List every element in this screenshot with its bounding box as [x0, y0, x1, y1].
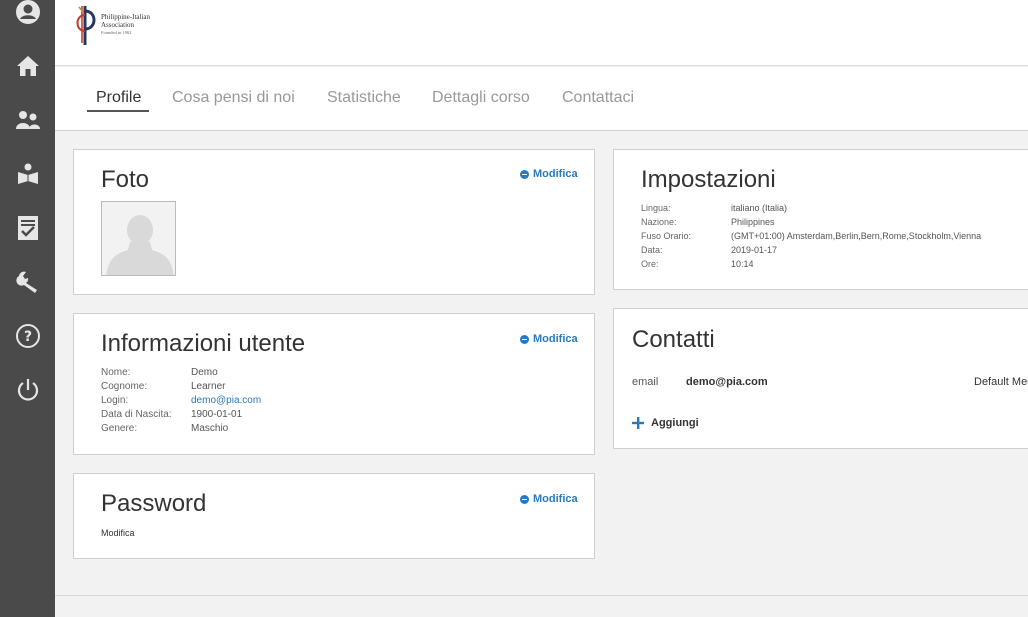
settings-value: 10:14: [731, 259, 754, 269]
user-info-value: Demo: [191, 367, 218, 378]
edit-icon: [520, 169, 529, 179]
user-icon[interactable]: [0, 0, 55, 32]
settings-row: Lingua: italiano (Italia): [641, 201, 981, 215]
tab-profile[interactable]: Profile: [96, 89, 141, 111]
user-info-value: 1900-01-01: [191, 409, 243, 420]
user-info-label: Data di Nascita:: [101, 409, 172, 420]
settings-list: Lingua: italiano (Italia) Nazione: Phili…: [641, 201, 981, 271]
user-info-edit-label: Modifica: [533, 333, 578, 345]
home-icon[interactable]: [0, 46, 55, 86]
contacts-title: Contatti: [632, 326, 715, 353]
logo-line-3: Founded in 1962: [101, 30, 132, 35]
logo-line-1: Philippine-Italian: [101, 13, 150, 21]
user-info-title: Informazioni utente: [101, 330, 306, 357]
settings-value: Philippines: [731, 217, 775, 227]
logo-text: Philippine-Italian Association Founded i…: [101, 13, 150, 36]
tab-bar: Profile Cosa pensi di noi Statistiche De…: [55, 67, 1028, 131]
add-contact-button[interactable]: Aggiungi: [632, 417, 699, 429]
settings-value: (GMT+01:00) Amsterdam,Berlin,Bern,Rome,S…: [731, 231, 982, 241]
footer-divider: [55, 595, 1028, 596]
login-email-link[interactable]: demo@pia.com: [191, 394, 261, 408]
tab-cosa-pensi-di-noi[interactable]: Cosa pensi di noi: [172, 89, 295, 111]
edit-icon: [520, 494, 529, 504]
user-info-row: Cognome: Learner: [101, 380, 261, 394]
tab-contattaci[interactable]: Contattaci: [562, 89, 634, 111]
plus-icon: [632, 417, 644, 429]
user-info-label: Cognome:: [101, 381, 148, 392]
user-info-row: Nome: Demo: [101, 366, 261, 380]
password-edit-label: Modifica: [533, 493, 578, 505]
avatar[interactable]: [101, 201, 176, 276]
top-bar: Philippine-Italian Association Founded i…: [55, 0, 1028, 66]
checklist-icon[interactable]: [0, 208, 55, 248]
user-info-card: Informazioni utente Modifica Nome: Demo …: [73, 313, 595, 455]
settings-label: Fuso Orario:: [641, 231, 692, 241]
settings-title: Impostazioni: [641, 166, 776, 193]
edit-icon: [520, 334, 529, 344]
active-tab-indicator: [87, 110, 149, 112]
users-icon[interactable]: [0, 100, 55, 140]
password-edit-link[interactable]: Modifica: [520, 493, 578, 505]
settings-row: Nazione: Philippines: [641, 215, 981, 229]
add-contact-label: Aggiungi: [651, 417, 699, 429]
photo-card: Foto Modifica: [73, 149, 595, 295]
svg-text:?: ?: [23, 329, 31, 345]
photo-edit-link[interactable]: Modifica: [520, 168, 578, 180]
logo-line-2: Association: [101, 21, 135, 29]
tab-dettagli-corso[interactable]: Dettagli corso: [432, 89, 530, 111]
settings-card: Impostazioni Lingua: italiano (Italia) N…: [613, 149, 1028, 290]
reader-icon[interactable]: [0, 154, 55, 194]
avatar-placeholder-icon: [102, 202, 175, 275]
sidebar: ?: [0, 0, 55, 617]
help-icon[interactable]: ?: [0, 316, 55, 356]
contacts-card: Contatti email demo@pia.com Default Med …: [613, 308, 1028, 449]
user-info-row: Genere: Maschio: [101, 422, 261, 436]
settings-label: Data:: [641, 245, 663, 255]
password-title: Password: [101, 490, 207, 517]
photo-edit-label: Modifica: [533, 168, 578, 180]
settings-label: Nazione:: [641, 217, 677, 227]
user-info-list: Nome: Demo Cognome: Learner Login: demo@…: [101, 366, 261, 436]
settings-value: italiano (Italia): [731, 203, 788, 213]
settings-value: 2019-01-17: [731, 245, 778, 255]
user-info-row: Login: demo@pia.com: [101, 394, 261, 408]
user-info-label: Genere:: [101, 423, 138, 434]
settings-label: Ore:: [641, 259, 659, 269]
user-info-label: Nome:: [101, 367, 131, 378]
settings-row: Fuso Orario: (GMT+01:00) Amsterdam,Berli…: [641, 229, 981, 243]
default-medium-label[interactable]: Default Med: [974, 376, 1028, 388]
power-icon[interactable]: [0, 370, 55, 410]
photo-title: Foto: [101, 166, 150, 193]
user-info-value: Learner: [191, 381, 226, 392]
user-info-label: Login:: [101, 395, 129, 406]
settings-row: Data: 2019-01-17: [641, 243, 981, 257]
user-info-edit-link[interactable]: Modifica: [520, 333, 578, 345]
tab-statistiche[interactable]: Statistiche: [327, 89, 401, 111]
password-change-text[interactable]: Modifica: [101, 528, 135, 538]
settings-row: Ore: 10:14: [641, 257, 981, 271]
user-info-value: Maschio: [191, 423, 229, 434]
wrench-icon[interactable]: [0, 262, 55, 302]
user-info-row: Data di Nascita: 1900-01-01: [101, 408, 261, 422]
logo[interactable]: Philippine-Italian Association Founded i…: [71, 3, 150, 47]
settings-label: Lingua:: [641, 203, 671, 213]
contact-email: demo@pia.com: [686, 376, 768, 388]
password-card: Password Modifica Modifica: [73, 473, 595, 559]
logo-mark: [76, 6, 96, 45]
contact-type-label: email: [632, 376, 659, 388]
